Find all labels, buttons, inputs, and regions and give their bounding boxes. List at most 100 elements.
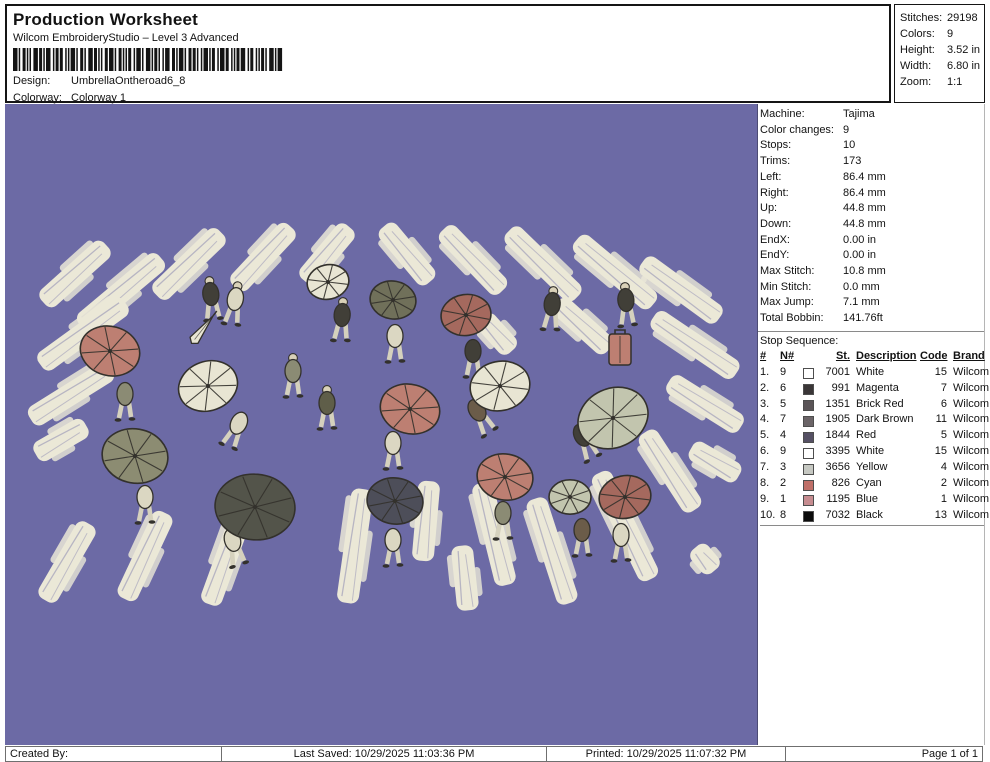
stat-row: Height: 3.52 in bbox=[900, 44, 981, 56]
thread-cell: Wilcom bbox=[953, 381, 990, 394]
thread-row: 3. 5 1351 Brick Red 6 Wilcom bbox=[760, 397, 990, 413]
thread-cell: 5. bbox=[760, 429, 770, 442]
closed-umbrella bbox=[189, 310, 218, 345]
machine-info-row: Total Bobbin: 141.76ft bbox=[760, 312, 883, 325]
umbrella bbox=[177, 359, 239, 413]
thread-cell: 4 bbox=[780, 429, 787, 442]
thread-cell: 2. bbox=[760, 381, 770, 394]
thread-cell: Wilcom bbox=[953, 445, 990, 458]
crosswalk-stripe bbox=[117, 510, 173, 602]
thread-cell bbox=[803, 414, 819, 427]
crosswalk-stripe bbox=[378, 222, 436, 286]
machine-info-row: Trims: 173 bbox=[760, 155, 862, 168]
thread-cell: 9 bbox=[780, 445, 787, 458]
thread-cell: Wilcom bbox=[953, 493, 990, 505]
umbrella bbox=[548, 478, 592, 516]
thread-cell: 15 bbox=[934, 365, 947, 378]
thread-cell: Wilcom bbox=[953, 477, 990, 490]
thread-cell bbox=[803, 462, 819, 475]
stat-row: Zoom: 1:1 bbox=[900, 76, 963, 88]
thread-cell bbox=[803, 446, 819, 459]
thread-cell: Yellow bbox=[856, 461, 888, 474]
thread-row: 10. 8 7032 Black 13 Wilcom bbox=[760, 508, 989, 524]
thread-color-swatch bbox=[803, 479, 814, 491]
pedestrian bbox=[384, 323, 406, 364]
thread-cell: Wilcom bbox=[953, 429, 990, 442]
column-header: Code bbox=[920, 349, 948, 362]
thread-cell bbox=[803, 509, 819, 523]
thread-cell: 7 bbox=[780, 413, 787, 426]
thread-cell: 1. bbox=[760, 365, 770, 378]
stats-box: Stitches: 29198 Colors: 9 Height: 3.52 in Widt… bbox=[894, 4, 985, 103]
thread-color-swatch bbox=[803, 431, 814, 443]
crosswalk-stripe bbox=[504, 226, 582, 302]
thread-row: 6. 9 3395 White 15 Wilcom bbox=[760, 444, 990, 460]
thread-cell: Wilcom bbox=[953, 461, 990, 474]
crosswalk-stripe bbox=[38, 521, 96, 603]
machine-info-row: Max Jump: 7.1 mm bbox=[760, 296, 880, 309]
thread-cell: 1905 bbox=[825, 413, 850, 426]
machine-info-row: Color changes: 9 bbox=[760, 123, 850, 136]
thread-row: 7. 3 3656 Yellow 4 Wilcom bbox=[760, 460, 990, 476]
thread-cell: 3 bbox=[780, 461, 787, 474]
machine-info-row: Max Stitch: 10.8 mm bbox=[760, 265, 886, 278]
pedestrian bbox=[571, 517, 593, 558]
thread-cell: Brick Red bbox=[856, 397, 904, 410]
machine-info-row: Machine: Tajima bbox=[760, 108, 875, 120]
thread-cell: 991 bbox=[831, 381, 850, 394]
thread-cell: 5 bbox=[940, 429, 947, 442]
thread-cell: 6. bbox=[760, 445, 770, 458]
machine-panel: Machine: Tajima Color changes: 9 Stops: 10 Tri… bbox=[758, 104, 990, 745]
design-preview bbox=[5, 104, 758, 745]
thread-cell: 2 bbox=[940, 477, 947, 490]
thread-color-swatch bbox=[803, 463, 814, 475]
stat-row: Width: 6.80 in bbox=[900, 60, 981, 72]
thread-color-swatch bbox=[803, 511, 814, 523]
pedestrian bbox=[114, 381, 136, 422]
thread-cell: 1 bbox=[940, 493, 947, 505]
machine-info-row: Left: 86.4 mm bbox=[760, 170, 886, 183]
thread-cell: 1 bbox=[780, 493, 787, 505]
thread-cell: 9 bbox=[780, 365, 787, 378]
thread-cell bbox=[803, 398, 819, 412]
thread-cell: Wilcom bbox=[953, 397, 990, 410]
thread-cell: 10. bbox=[760, 508, 776, 521]
thread-cell: Red bbox=[856, 429, 877, 442]
umbrella bbox=[101, 427, 169, 485]
column-header: St. bbox=[835, 349, 850, 362]
thread-cell: 7 bbox=[940, 381, 947, 394]
design-value: UmbrellaOntheroad6_8 bbox=[71, 75, 186, 87]
thread-color-swatch bbox=[803, 495, 814, 507]
thread-cell: 8 bbox=[780, 508, 787, 521]
thread-cell: 9. bbox=[760, 493, 770, 505]
app-subtitle: Wilcom EmbroideryStudio – Level 3 Advanc… bbox=[13, 32, 239, 44]
stop-sequence-label: Stop Sequence: bbox=[760, 334, 839, 347]
thread-cell: 5 bbox=[780, 397, 787, 410]
machine-info-row: EndX: 0.00 in bbox=[760, 233, 877, 246]
thread-color-swatch bbox=[803, 415, 814, 427]
thread-cell: 1195 bbox=[826, 493, 850, 505]
pedestrian bbox=[382, 430, 404, 471]
crosswalk-stripe bbox=[438, 225, 508, 295]
thread-cell: Blue bbox=[856, 493, 879, 505]
pedestrian bbox=[202, 276, 224, 323]
machine-info: Machine: Tajima Color changes: 9 Stops: 10 Tri… bbox=[758, 104, 984, 327]
pedestrian bbox=[218, 411, 249, 451]
thread-cell: Dark Brown bbox=[856, 413, 914, 426]
thread-color-swatch bbox=[803, 368, 814, 380]
stat-row: Colors: 9 bbox=[900, 28, 954, 40]
production-worksheet-page: Production Worksheet Wilcom EmbroiderySt… bbox=[0, 0, 990, 762]
design-label: Design: bbox=[13, 75, 51, 87]
barcode-icon bbox=[13, 48, 283, 71]
machine-info-row: EndY: 0.00 in bbox=[760, 249, 877, 262]
thread-cell: 4. bbox=[760, 413, 770, 426]
thread-row: 4. 7 1905 Dark Brown 11 Wilcom bbox=[760, 412, 990, 428]
thread-cell: 2 bbox=[780, 477, 787, 490]
thread-cell bbox=[803, 366, 819, 380]
thread-cell: Wilcom bbox=[953, 413, 990, 426]
stat-row: Stitches: 29198 bbox=[900, 12, 978, 24]
machine-info-row: Stops: 10 bbox=[760, 139, 856, 152]
thread-cell: Magenta bbox=[856, 381, 899, 394]
thread-color-swatch bbox=[803, 400, 814, 412]
thread-cell bbox=[803, 478, 819, 491]
